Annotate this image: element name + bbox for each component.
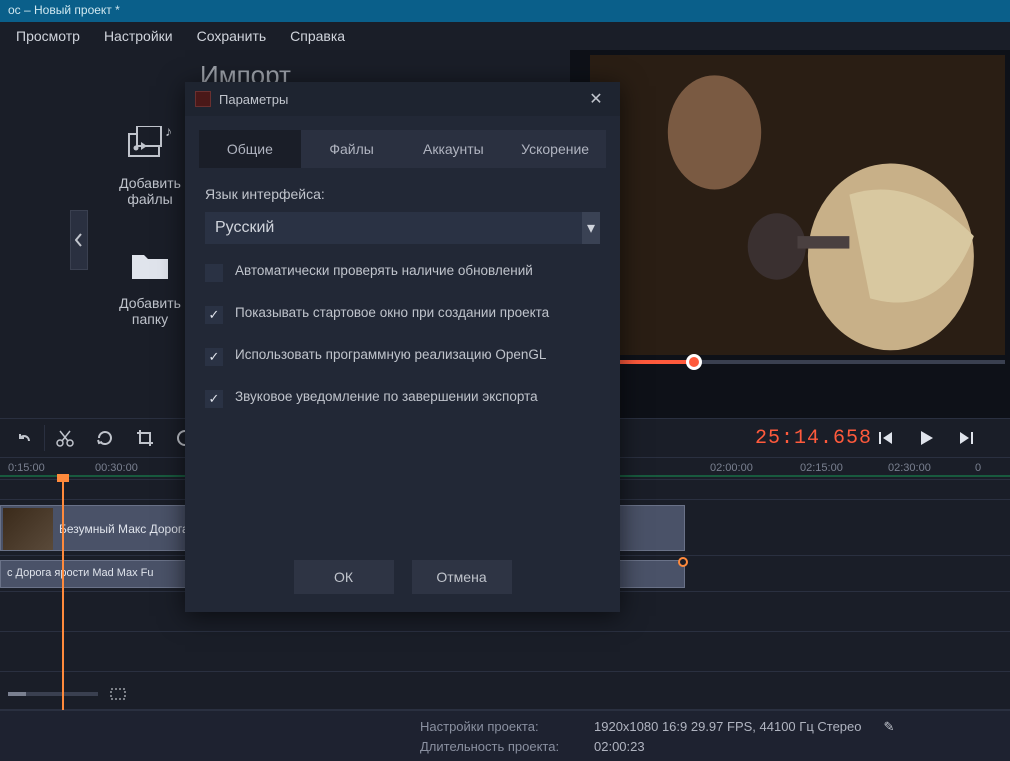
preview-progress[interactable] [590, 360, 1005, 364]
preview-panel [570, 50, 1010, 418]
progress-handle-icon[interactable] [686, 354, 702, 370]
dialog-titlebar[interactable]: Параметры ✕ [185, 82, 620, 116]
menubar: Просмотр Настройки Сохранить Справка [0, 22, 1010, 50]
project-settings-label: Настройки проекта: [420, 719, 580, 735]
menu-help[interactable]: Справка [290, 28, 345, 44]
prev-button[interactable] [872, 424, 900, 452]
statusbar: Настройки проекта: 1920x1080 16:9 29.97 … [0, 709, 1010, 761]
cancel-button[interactable]: Отмена [412, 560, 512, 594]
menu-settings[interactable]: Настройки [104, 28, 173, 44]
app-icon [195, 91, 211, 107]
checkbox-start-window[interactable] [205, 306, 223, 324]
ruler-tick: 0:15:00 [8, 462, 45, 474]
fit-timeline-button[interactable] [108, 686, 128, 702]
add-folder-label: Добавить папку [119, 295, 181, 327]
playhead[interactable] [62, 480, 64, 710]
cut-button[interactable] [51, 424, 79, 452]
ruler-tick: 02:30:00 [888, 462, 931, 474]
language-select[interactable]: Русский ▾ [205, 212, 600, 244]
project-settings-value: 1920x1080 16:9 29.97 FPS, 44100 Гц Стере… [594, 719, 862, 735]
checkbox-auto-update-label: Автоматически проверять наличие обновлен… [235, 262, 533, 281]
menu-view[interactable]: Просмотр [16, 28, 80, 44]
undo-button[interactable] [10, 424, 38, 452]
ok-button[interactable]: ОК [294, 560, 394, 594]
folder-icon [126, 245, 174, 285]
tab-general[interactable]: Общие [199, 130, 301, 168]
edit-settings-button[interactable]: ✎ [884, 719, 895, 735]
checkbox-auto-update[interactable] [205, 264, 223, 282]
rotate-button[interactable] [91, 424, 119, 452]
ruler-tick: 02:15:00 [800, 462, 843, 474]
empty-track-2[interactable] [0, 632, 1010, 672]
add-files-label: Добавить файлы [119, 175, 181, 207]
project-duration-value: 02:00:23 [594, 739, 645, 754]
clip-end-icon[interactable] [678, 557, 688, 567]
checkbox-start-window-label: Показывать стартовое окно при создании п… [235, 304, 549, 323]
menu-save[interactable]: Сохранить [197, 28, 267, 44]
checkbox-software-opengl-label: Использовать программную реализацию Open… [235, 346, 546, 365]
window-titlebar: ос – Новый проект * [0, 0, 1010, 22]
zoom-bar [0, 679, 1010, 709]
language-value: Русский [215, 219, 274, 237]
video-preview[interactable] [590, 55, 1005, 355]
crop-button[interactable] [131, 424, 159, 452]
chevron-down-icon: ▾ [582, 212, 600, 244]
tab-files[interactable]: Файлы [301, 130, 403, 168]
checkbox-software-opengl[interactable] [205, 348, 223, 366]
ruler-tick: 00:30:00 [95, 462, 138, 474]
project-duration-label: Длительность проекта: [420, 739, 580, 754]
tab-acceleration[interactable]: Ускорение [504, 130, 606, 168]
checkbox-export-sound[interactable] [205, 390, 223, 408]
audio-clip-label: с Дорога ярости Mad Max Fu [7, 567, 154, 579]
ruler-tick: 0 [975, 462, 981, 474]
dialog-close-button[interactable]: ✕ [582, 85, 610, 113]
zoom-slider[interactable] [8, 692, 98, 696]
next-button[interactable] [952, 424, 980, 452]
checkbox-export-sound-label: Звуковое уведомление по завершении экспо… [235, 388, 538, 407]
clip-thumbnail [3, 508, 53, 550]
svg-text:♪: ♪ [165, 126, 172, 139]
ruler-tick: 02:00:00 [710, 462, 753, 474]
language-label: Язык интерфейса: [205, 186, 600, 202]
collapse-panel-button[interactable] [70, 210, 88, 270]
play-button[interactable] [912, 424, 940, 452]
settings-dialog: Параметры ✕ Общие Файлы Аккаунты Ускорен… [185, 82, 620, 612]
tab-accounts[interactable]: Аккаунты [403, 130, 505, 168]
timecode-display: 25:14.658 [755, 427, 872, 450]
media-files-icon: ♪ [126, 125, 174, 165]
dialog-title: Параметры [219, 92, 288, 107]
